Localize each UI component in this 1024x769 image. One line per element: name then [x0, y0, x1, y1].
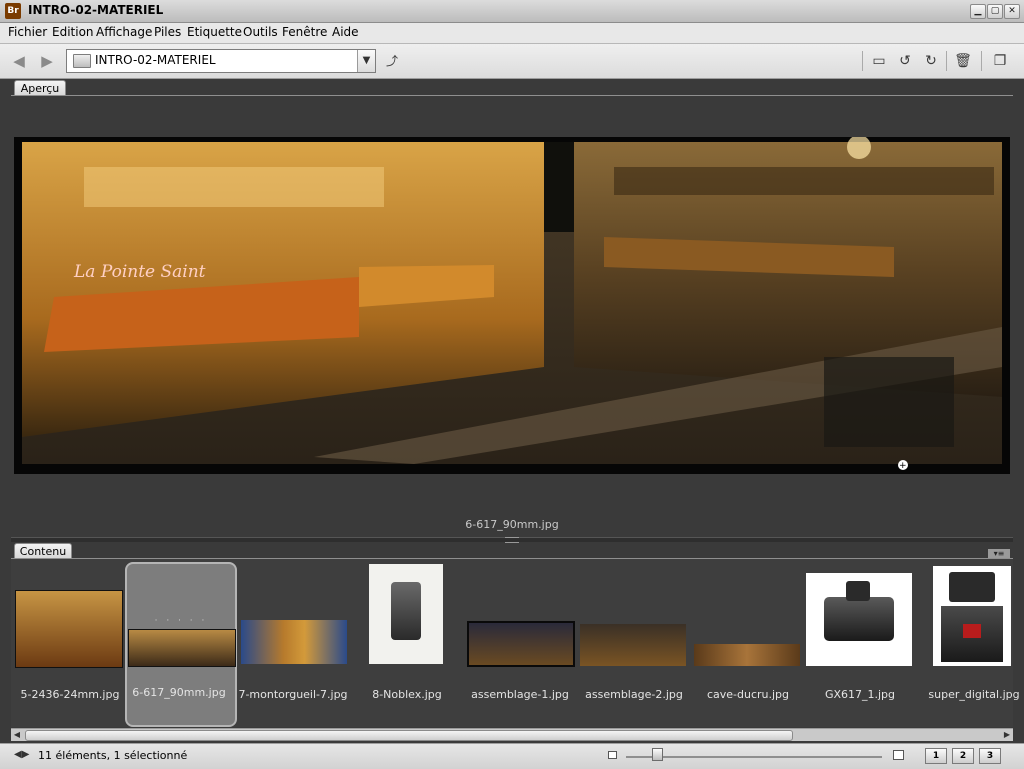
panel-toggle-icon[interactable]: ◀▶	[14, 749, 29, 760]
thumbnail-image	[128, 629, 236, 667]
title-bar: Br INTRO-02-MATERIEL ▁ ▢ ✕	[0, 0, 1024, 23]
menu-outils[interactable]: Outils	[243, 25, 278, 39]
menu-etiquette[interactable]: Etiquette	[187, 25, 242, 39]
back-arrow-icon[interactable]: ◀	[10, 53, 28, 69]
thumbnail-image	[580, 624, 686, 666]
forward-arrow-icon[interactable]: ▶	[38, 53, 56, 69]
thumbnail-size-slider[interactable]	[626, 756, 882, 758]
toolbar-separator	[946, 51, 947, 71]
scrollbar-thumb[interactable]	[25, 730, 793, 741]
view-mode-2-button[interactable]: 2	[952, 748, 974, 764]
preview-image: La Pointe Saint +	[14, 137, 1010, 474]
thumbnail-image	[694, 644, 800, 666]
svg-text:La Pointe Saint: La Pointe Saint	[73, 262, 206, 282]
large-thumbnail-icon[interactable]	[893, 750, 904, 760]
thumbnail-item[interactable]: GX617_1.jpg	[806, 563, 914, 724]
preview-filename: 6-617_90mm.jpg	[465, 518, 559, 531]
splitter-grip-icon[interactable]	[505, 537, 519, 543]
rating-dots: · · · · ·	[154, 616, 208, 626]
menu-bar: Fichier Edition Affichage Piles Etiquett…	[0, 23, 1024, 44]
content-grid: 5-2436-24mm.jpg · · · · · 6-617_90mm.jpg…	[11, 559, 1020, 727]
thumbnail-image	[369, 564, 443, 664]
thumbnail-label: assemblage-2.jpg	[585, 688, 683, 701]
chevron-down-icon[interactable]: ▼	[357, 50, 375, 72]
thumbnail-image	[806, 573, 912, 666]
scroll-left-icon[interactable]: ◀	[11, 729, 23, 741]
toolbar-separator	[862, 51, 863, 71]
thumbnail-label: assemblage-1.jpg	[471, 688, 569, 701]
horizontal-scrollbar[interactable]: ◀ ▶	[11, 728, 1013, 741]
small-thumbnail-icon[interactable]	[608, 751, 617, 759]
thumbnail-item[interactable]: super_digital.jpg	[920, 563, 1024, 724]
thumbnail-item[interactable]: cave-ducru.jpg	[694, 563, 802, 724]
panel-menu-icon[interactable]: ▾≡	[988, 549, 1010, 558]
thumbnail-image	[933, 566, 1011, 666]
thumbnail-item[interactable]: assemblage-1.jpg	[466, 563, 575, 724]
path-text: INTRO-02-MATERIEL	[95, 53, 216, 67]
window-title: INTRO-02-MATERIEL	[28, 3, 164, 17]
menu-fichier[interactable]: Fichier	[8, 25, 47, 39]
menu-piles[interactable]: Piles	[154, 25, 181, 39]
status-bar: ◀▶ 11 éléments, 1 sélectionné 1 2 3	[0, 743, 1024, 769]
svg-text:+: +	[899, 461, 907, 471]
menu-edition[interactable]: Edition	[52, 25, 94, 39]
panel-divider	[11, 95, 1013, 96]
status-text: 11 éléments, 1 sélectionné	[38, 749, 188, 762]
folder-icon	[73, 54, 91, 68]
thumbnail-label: 7-montorgueil-7.jpg	[238, 688, 348, 701]
thumbnail-label: 8-Noblex.jpg	[372, 688, 442, 701]
tab-contenu[interactable]: Contenu	[14, 543, 72, 559]
menu-affichage[interactable]: Affichage	[96, 25, 152, 39]
thumbnail-label: super_digital.jpg	[928, 688, 1020, 701]
menu-aide[interactable]: Aide	[332, 25, 359, 39]
close-button[interactable]: ✕	[1004, 4, 1020, 19]
view-mode-3-button[interactable]: 3	[979, 748, 1001, 764]
toolbar: ◀ ▶ INTRO-02-MATERIEL ▼ ⤴ ▭ ↺ ↻ 🗑 ❐	[0, 44, 1024, 79]
trash-icon[interactable]: 🗑	[953, 51, 973, 71]
toolbar-separator	[981, 51, 982, 71]
thumbnail-image	[467, 621, 575, 667]
thumbnail-label: 5-2436-24mm.jpg	[20, 688, 120, 701]
thumbnail-label: 6-617_90mm.jpg	[132, 686, 226, 699]
thumbnail-image	[15, 590, 123, 668]
new-folder-icon[interactable]: ▭	[869, 51, 889, 71]
thumbnail-image	[241, 620, 347, 664]
rotate-left-icon[interactable]: ↺	[895, 51, 915, 71]
thumbnail-item[interactable]: 8-Noblex.jpg	[353, 563, 461, 724]
bridge-app-icon: Br	[5, 3, 21, 19]
path-dropdown[interactable]: INTRO-02-MATERIEL ▼	[66, 49, 376, 73]
slider-handle[interactable]	[652, 748, 663, 761]
scroll-right-icon[interactable]: ▶	[1001, 729, 1013, 741]
thumbnail-item[interactable]: 7-montorgueil-7.jpg	[238, 563, 348, 724]
thumbnail-item[interactable]: 5-2436-24mm.jpg	[11, 563, 123, 724]
rotate-right-icon[interactable]: ↻	[921, 51, 941, 71]
menu-fenetre[interactable]: Fenêtre	[282, 25, 327, 39]
thumbnail-item[interactable]: assemblage-2.jpg	[580, 563, 688, 724]
view-mode-1-button[interactable]: 1	[925, 748, 947, 764]
maximize-button[interactable]: ▢	[987, 4, 1003, 19]
tab-apercu[interactable]: Aperçu	[14, 80, 66, 96]
go-up-folder-icon[interactable]: ⤴	[382, 51, 402, 71]
minimize-button[interactable]: ▁	[970, 4, 986, 19]
thumbnail-label: GX617_1.jpg	[824, 688, 896, 701]
thumbnail-label: cave-ducru.jpg	[706, 688, 790, 701]
compact-mode-icon[interactable]: ❐	[990, 51, 1010, 71]
thumbnail-item[interactable]: · · · · · 6-617_90mm.jpg	[125, 562, 237, 727]
